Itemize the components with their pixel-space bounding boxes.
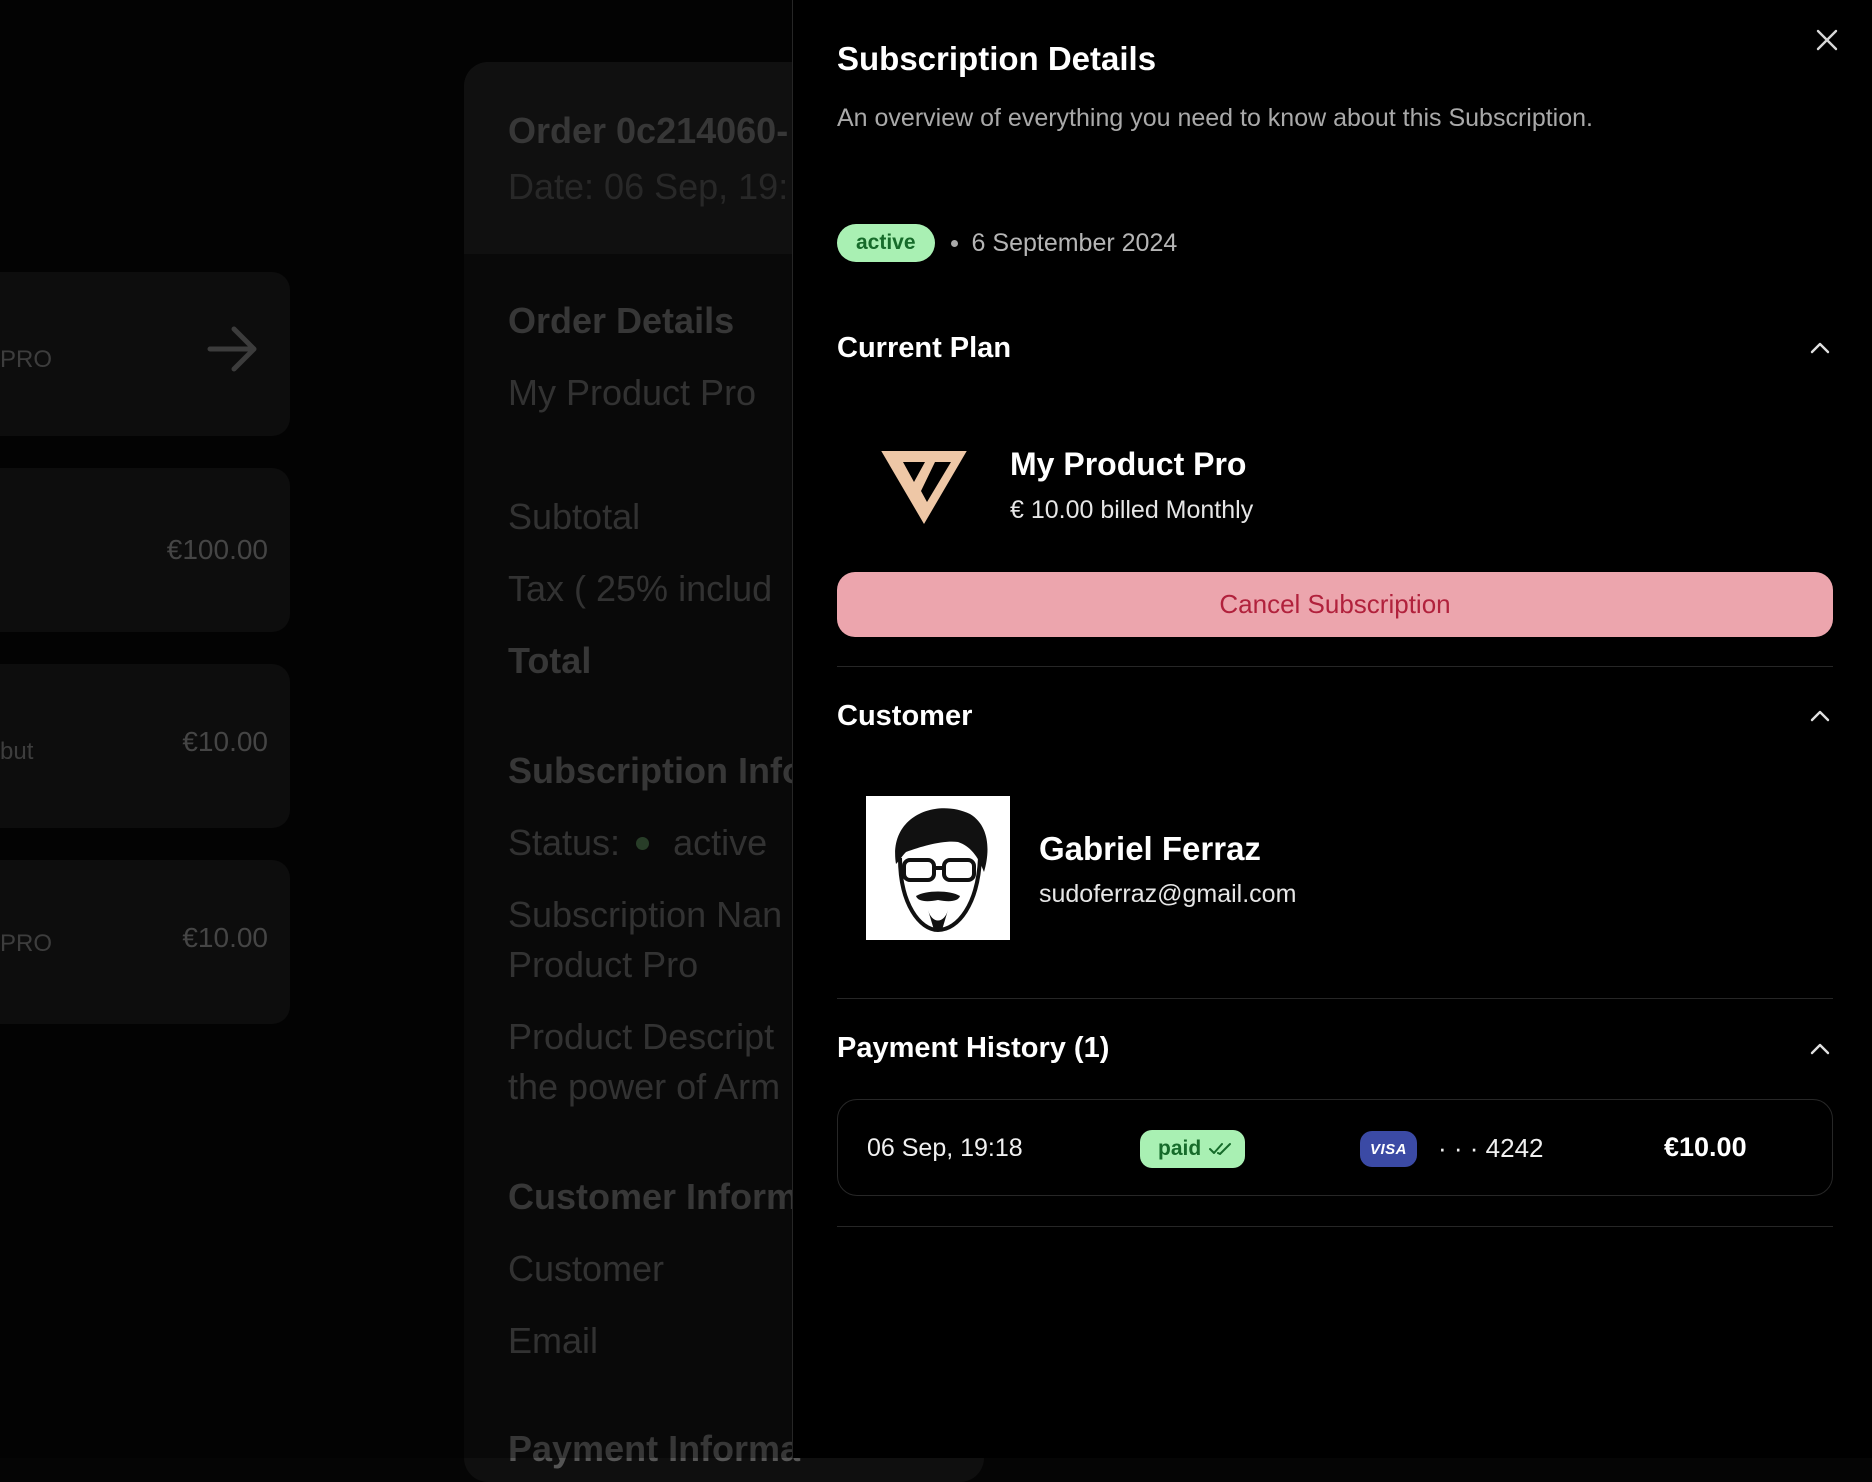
close-icon[interactable] (1813, 26, 1841, 54)
drawer-description: An overview of everything you need to kn… (837, 104, 1593, 132)
double-check-icon (1209, 1143, 1232, 1155)
status-badge: active (837, 224, 935, 262)
current-plan-heading[interactable]: Current Plan (837, 332, 1011, 365)
subscription-status-row: active 6 September 2024 (837, 224, 1177, 262)
separator-dot (950, 239, 958, 247)
payment-status-label: paid (1158, 1137, 1202, 1160)
cancel-subscription-button[interactable]: Cancel Subscription (837, 572, 1833, 637)
section-divider (837, 1226, 1833, 1227)
payment-amount: €10.00 (1664, 1132, 1747, 1162)
customer-email: sudoferraz@gmail.com (1039, 880, 1297, 908)
chevron-up-icon[interactable] (1807, 708, 1833, 724)
avatar (866, 796, 1010, 940)
visa-card-icon: VISA (1360, 1131, 1417, 1167)
avatar-illustration (895, 808, 988, 933)
chevron-up-icon[interactable] (1807, 340, 1833, 356)
payment-status-badge: paid (1140, 1130, 1246, 1168)
subscription-date: 6 September 2024 (971, 228, 1178, 257)
plan-price: € 10.00 billed Monthly (1010, 496, 1254, 524)
chevron-up-icon[interactable] (1807, 1041, 1833, 1057)
plan-name: My Product Pro (1010, 446, 1247, 482)
product-logo-icon (881, 451, 967, 524)
section-divider (837, 998, 1833, 999)
card-last-digits: · · · 4242 (1438, 1133, 1544, 1163)
payment-history-heading[interactable]: Payment History (1) (837, 1032, 1109, 1065)
payment-date: 06 Sep, 19:18 (867, 1134, 1023, 1162)
customer-heading[interactable]: Customer (837, 700, 972, 733)
payment-row[interactable]: 06 Sep, 19:18 paid VISA · · · 4242 €10.0… (837, 1099, 1833, 1196)
customer-name: Gabriel Ferraz (1039, 830, 1261, 867)
section-divider (837, 666, 1833, 667)
subscription-details-drawer: Subscription Details An overview of ever… (792, 0, 1872, 1458)
drawer-title: Subscription Details (837, 40, 1157, 77)
